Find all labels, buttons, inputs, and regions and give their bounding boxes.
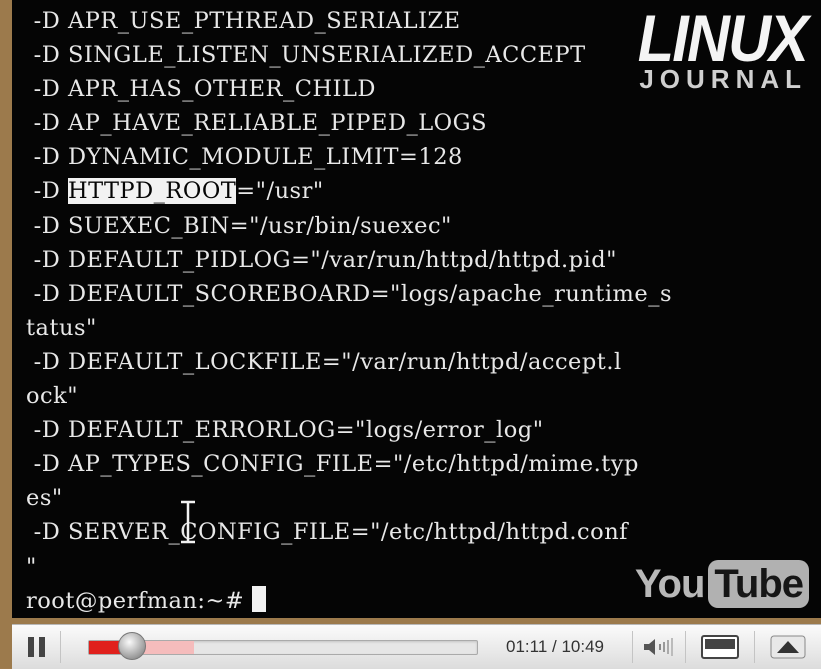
screen-size-icon bbox=[701, 635, 739, 659]
logo-you-text: You bbox=[634, 561, 706, 606]
terminal-line: tatus" bbox=[26, 314, 97, 341]
highlight-prefix: -D bbox=[26, 178, 68, 205]
divider bbox=[754, 631, 755, 663]
terminal-line: -D AP_HAVE_RELIABLE_PIPED_LOGS bbox=[26, 110, 488, 137]
terminal-line: es" bbox=[26, 485, 63, 512]
terminal-line: -D SERVER_CONFIG_FILE="/etc/httpd/httpd.… bbox=[26, 519, 629, 546]
expand-up-icon bbox=[770, 635, 806, 659]
terminal-line: -D DEFAULT_ERRORLOG="logs/error_log" bbox=[26, 417, 544, 444]
terminal-line: -D DEFAULT_SCOREBOARD="logs/apache_runti… bbox=[26, 280, 672, 307]
shell-prompt: root@perfman:~# bbox=[26, 587, 252, 614]
terminal-line: -D SUEXEC_BIN="/usr/bin/suexec" bbox=[26, 212, 452, 239]
terminal-output: -D APR_USE_PTHREAD_SERIALIZE -D SINGLE_L… bbox=[26, 4, 672, 618]
pause-button[interactable] bbox=[12, 625, 60, 669]
player-controls: 01:11 / 10:49 bbox=[12, 624, 821, 669]
screen-size-button[interactable] bbox=[687, 625, 753, 669]
youtube-logo: You Tube bbox=[635, 560, 809, 608]
linux-journal-logo: LINUX JOURNAL bbox=[619, 1, 809, 92]
divider bbox=[60, 631, 61, 663]
terminal-line-highlighted: -D HTTPD_ROOT="/usr" bbox=[26, 174, 672, 208]
terminal-line: -D DYNAMIC_MODULE_LIMIT=128 bbox=[26, 144, 463, 171]
logo-tube-text: Tube bbox=[708, 560, 809, 608]
text-cursor-icon bbox=[181, 500, 195, 544]
pause-icon bbox=[27, 637, 45, 657]
progress-bar[interactable] bbox=[88, 632, 478, 660]
expand-button[interactable] bbox=[756, 625, 820, 669]
terminal-line: -D APR_HAS_OTHER_CHILD bbox=[26, 76, 376, 103]
volume-button[interactable] bbox=[634, 625, 684, 669]
terminal-cursor bbox=[251, 585, 266, 612]
divider bbox=[685, 631, 686, 663]
time-display: 01:11 / 10:49 bbox=[506, 637, 604, 656]
video-area[interactable]: -D APR_USE_PTHREAD_SERIALIZE -D SINGLE_L… bbox=[12, 0, 821, 618]
video-frame: -D APR_USE_PTHREAD_SERIALIZE -D SINGLE_L… bbox=[0, 0, 821, 669]
scrubber-handle[interactable] bbox=[118, 632, 147, 660]
terminal-line: -D DEFAULT_LOCKFILE="/var/run/httpd/acce… bbox=[26, 348, 622, 375]
logo-linux-text: LINUX bbox=[637, 1, 809, 75]
highlight-suffix: ="/usr" bbox=[236, 178, 324, 205]
selected-text[interactable]: HTTPD_ROOT bbox=[67, 178, 237, 205]
terminal-prompt-line: root@perfman:~# bbox=[26, 584, 672, 618]
terminal-line: -D APR_USE_PTHREAD_SERIALIZE bbox=[26, 8, 461, 34]
volume-icon bbox=[644, 638, 673, 656]
divider bbox=[632, 631, 633, 663]
terminal-line: -D SINGLE_LISTEN_UNSERIALIZED_ACCEPT bbox=[26, 42, 586, 69]
terminal-line: " bbox=[26, 553, 37, 580]
terminal-line: ock" bbox=[26, 383, 79, 410]
terminal-line: -D DEFAULT_PIDLOG="/var/run/httpd/httpd.… bbox=[26, 246, 617, 273]
terminal-line: -D AP_TYPES_CONFIG_FILE="/etc/httpd/mime… bbox=[26, 451, 639, 478]
